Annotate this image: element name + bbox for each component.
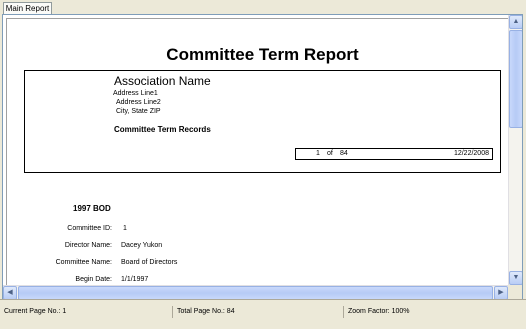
page-total: 84 <box>340 150 348 157</box>
report-date: 12/22/2008 <box>453 150 489 157</box>
director-name-value: Dacey Yukon <box>121 242 163 249</box>
horizontal-scroll-thumb[interactable] <box>18 286 493 299</box>
address-line2: Address Line2 <box>116 99 161 106</box>
committee-name-value: Board of Directors <box>121 259 178 266</box>
association-name: Association Name <box>114 74 211 88</box>
scrollbar-corner <box>508 285 522 299</box>
horizontal-scrollbar[interactable]: ◀ ▶ <box>3 285 508 299</box>
address-line1: Address Line1 <box>113 90 158 97</box>
scroll-down-button[interactable]: ▼ <box>509 271 522 285</box>
status-divider <box>343 306 344 318</box>
vertical-scrollbar[interactable]: ▲ ▼ <box>508 15 522 285</box>
status-bar: Current Page No.: 1 Total Page No.: 84 Z… <box>0 299 526 329</box>
committee-id-value: 1 <box>123 225 127 232</box>
status-divider <box>172 306 173 318</box>
report-title: Committee Term Report <box>166 45 359 64</box>
record-title: 1997 BOD <box>73 204 111 213</box>
scroll-up-button[interactable]: ▲ <box>509 15 522 29</box>
total-page-status: Total Page No.: 84 <box>177 308 235 315</box>
report-viewer: Committee Term Report Association Name A… <box>2 14 523 300</box>
current-page-status: Current Page No.: 1 <box>4 308 67 315</box>
city-state-zip: City, State ZIP <box>116 108 161 115</box>
begin-date-label: Begin Date: <box>75 276 112 283</box>
page-info-box: 1 of 84 12/22/2008 <box>295 148 493 160</box>
page-current: 1 <box>316 150 320 157</box>
committee-id-label: Committee ID: <box>67 225 112 232</box>
committee-name-label: Committee Name: <box>55 259 112 266</box>
begin-date-value: 1/1/1997 <box>121 276 149 283</box>
section-title: Committee Term Records <box>114 125 211 134</box>
director-name-label: Director Name: <box>64 242 112 249</box>
page-of-label: of <box>327 150 333 157</box>
scroll-left-button[interactable]: ◀ <box>3 286 17 299</box>
report-header-box: Association Name Address Line1 Address L… <box>24 70 501 173</box>
zoom-factor-status: Zoom Factor: 100% <box>348 308 410 315</box>
scroll-right-button[interactable]: ▶ <box>494 286 508 299</box>
vertical-scroll-thumb[interactable] <box>509 30 522 128</box>
